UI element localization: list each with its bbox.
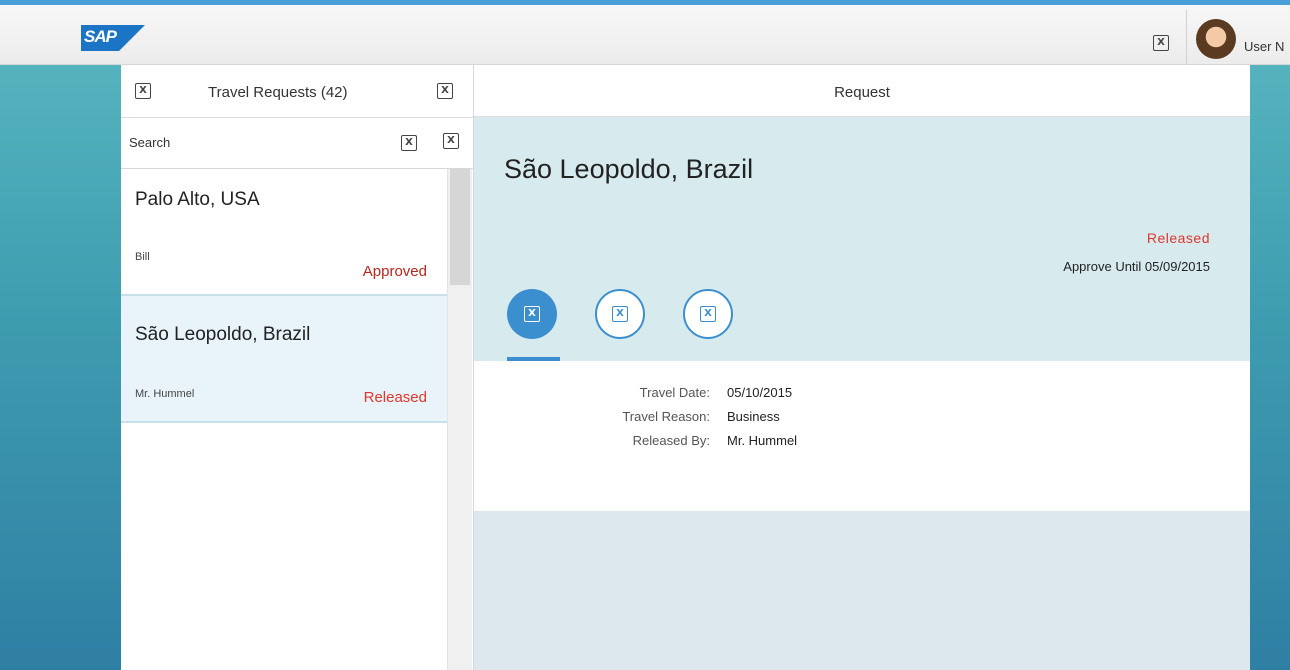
- object-title: São Leopoldo, Brazil: [504, 154, 754, 184]
- list-item-status: Released: [363, 389, 427, 406]
- user-name[interactable]: User N: [1244, 39, 1284, 54]
- detail-panel: Request São Leopoldo, Brazil Released Ap…: [474, 65, 1250, 670]
- approve-until: Approve Until 05/09/2015: [1063, 259, 1210, 274]
- menu-icon[interactable]: X: [135, 83, 151, 99]
- field-value: 05/10/2015: [727, 385, 793, 400]
- people-tab-icon: X: [700, 306, 716, 322]
- search-icon[interactable]: X: [401, 135, 417, 151]
- master-panel: X Travel Requests (42) X X X Palo Alto, …: [121, 65, 474, 670]
- sap-logo-text: SAP: [84, 27, 117, 46]
- list-item-title: São Leopoldo, Brazil: [135, 324, 311, 345]
- field-label: Travel Date:: [639, 385, 710, 400]
- detail-header-title: Request: [834, 84, 890, 101]
- list-scrollbar[interactable]: [447, 169, 472, 670]
- tab-attachments[interactable]: X: [595, 289, 645, 339]
- master-header: X Travel Requests (42) X: [121, 65, 473, 118]
- list-item[interactable]: Palo Alto, USA Bill Approved: [121, 169, 447, 296]
- tab-info[interactable]: X: [507, 289, 557, 339]
- list-item-person: Bill: [135, 251, 150, 263]
- attachments-tab-icon: X: [612, 306, 628, 322]
- field-value: Business: [727, 409, 780, 424]
- list-item-person: Mr. Hummel: [135, 388, 195, 400]
- search-bar: X X: [121, 118, 473, 169]
- sap-logo[interactable]: SAP: [81, 25, 145, 51]
- tab-people[interactable]: X: [683, 289, 733, 339]
- travel-request-list: Palo Alto, USA Bill Approved São Leopold…: [121, 169, 447, 423]
- field-row-released-by: Released By: Mr. Hummel: [474, 433, 1250, 453]
- object-header: São Leopoldo, Brazil Released Approve Un…: [474, 117, 1250, 361]
- settings-icon[interactable]: X: [437, 83, 453, 99]
- info-tab-icon: X: [524, 306, 540, 322]
- refresh-icon[interactable]: X: [443, 133, 459, 149]
- shell-bar: SAP X User N: [0, 5, 1290, 68]
- field-label: Released By:: [632, 433, 710, 448]
- avatar[interactable]: [1196, 19, 1236, 59]
- search-input[interactable]: [129, 135, 389, 150]
- master-title: Travel Requests (42): [208, 84, 348, 101]
- list-item-title: Palo Alto, USA: [135, 189, 260, 210]
- list-scrollbar-thumb[interactable]: [450, 169, 470, 285]
- list-item-status: Approved: [362, 263, 427, 280]
- field-row-travel-reason: Travel Reason: Business: [474, 409, 1250, 429]
- list-item[interactable]: São Leopoldo, Brazil Mr. Hummel Released: [121, 296, 447, 423]
- field-value: Mr. Hummel: [727, 433, 798, 448]
- detail-header: Request: [474, 65, 1250, 117]
- request-details: Travel Date: 05/10/2015 Travel Reason: B…: [474, 361, 1250, 511]
- field-label: Travel Reason:: [622, 409, 710, 424]
- object-status: Released: [1146, 230, 1210, 246]
- field-row-travel-date: Travel Date: 05/10/2015: [474, 385, 1250, 405]
- shell-divider: [1186, 10, 1187, 68]
- notification-icon[interactable]: X: [1153, 35, 1169, 51]
